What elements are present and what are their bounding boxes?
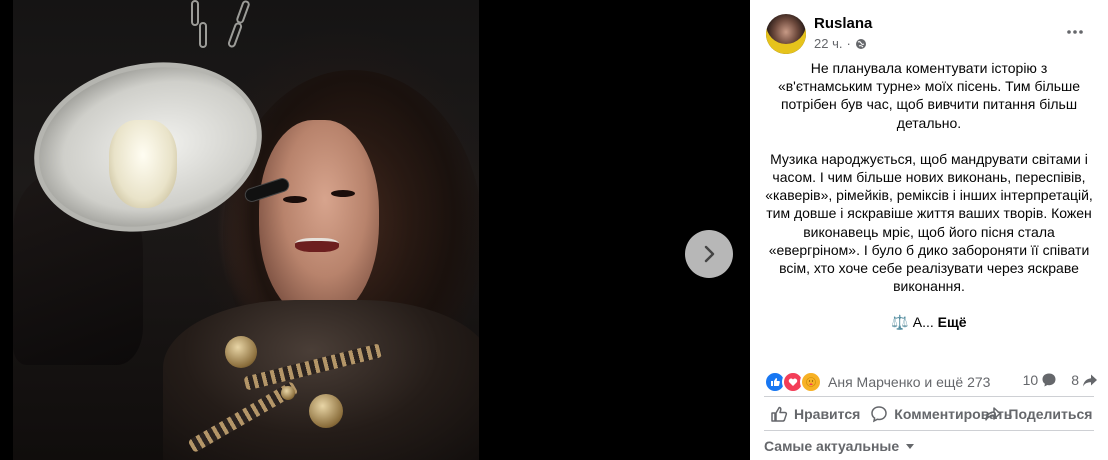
share-arrow-icon [1083,374,1097,387]
like-label: Нравится [794,406,861,422]
reaction-icons[interactable] [764,371,822,393]
share-label: Поделиться [1008,406,1093,422]
divider [764,396,1094,397]
photo-viewer [0,0,750,460]
see-more-link[interactable]: Ещё [938,314,967,330]
post-actions: Нравится Комментировать Поделиться [764,401,1094,427]
post-paragraph: Музика народжується, щоб мандрувати світ… [765,150,1093,295]
post-time[interactable]: 22 ч. [814,36,842,51]
engagement-counts: 10 8 [1023,372,1098,388]
more-dots-icon [1067,30,1083,34]
caret-down-icon [906,444,915,449]
care-icon [800,371,822,393]
share-button[interactable]: Поделиться [984,405,1092,423]
comments-count[interactable]: 10 [1023,372,1058,388]
comment-icon [871,406,888,423]
comments-sort-dropdown[interactable]: Самые актуальные [764,438,915,454]
lamp-bulb [109,120,177,208]
share-icon [985,407,1002,421]
post-paragraph: Не планувала коментувати історію з «в'єт… [777,60,1081,131]
comment-bubble-icon [1042,373,1056,387]
chevron-right-icon [704,245,715,263]
post-sidebar: Ruslana 22 ч. · Не планувала коментувати… [750,0,1108,460]
post-paragraph-truncated: ⚖️ А... Ещё [764,313,1094,331]
thumbs-up-icon [771,406,788,422]
next-photo-button[interactable] [685,230,733,278]
truncated-line: ⚖️ А... [891,314,934,331]
more-options-button[interactable] [1064,21,1086,43]
reactions-bar: Аня Марченко и ещё 273 10 8 [764,371,1098,393]
divider [764,430,1094,431]
reaction-summary[interactable]: Аня Марченко и ещё 273 [828,374,990,390]
like-button[interactable]: Нравится [770,405,860,423]
globe-icon [855,38,866,49]
author-name[interactable]: Ruslana [814,15,872,32]
performer-face [259,120,379,320]
post-text: Не планувала коментувати історію з «в'єт… [764,59,1094,332]
comments-sort-label: Самые актуальные [764,438,900,454]
shares-count[interactable]: 8 [1071,372,1098,388]
avatar[interactable] [766,14,806,54]
post-photo [13,0,479,460]
post-meta: 22 ч. · [814,36,867,51]
